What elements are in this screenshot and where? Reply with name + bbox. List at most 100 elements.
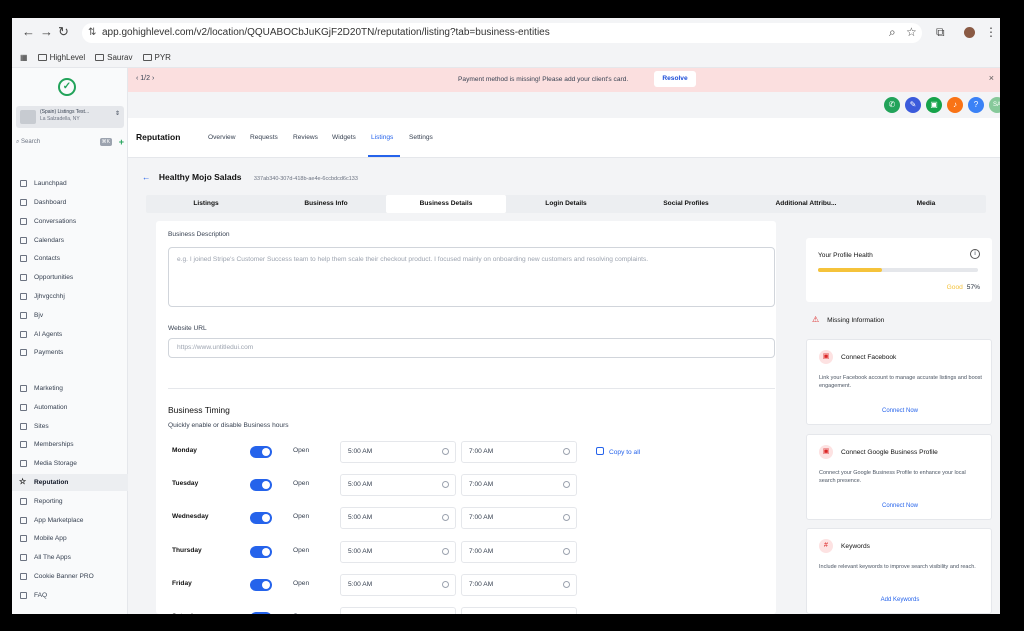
start-time-input[interactable]: 5:00 AM (340, 541, 456, 563)
clock-icon (563, 581, 570, 588)
sidebar-item-opportunities[interactable]: Opportunities (12, 269, 128, 286)
tab-overview[interactable]: Overview (208, 134, 235, 141)
sidebar-item-mobile-app[interactable]: Mobile App (12, 530, 128, 547)
sidebar-item-label: Media Storage (34, 460, 77, 467)
forward-icon[interactable]: → (40, 24, 53, 39)
sidebar-item-label: AI Agents (34, 331, 63, 338)
connect-facebook-link[interactable]: Connect Now (807, 408, 993, 414)
sidebar-item-automation[interactable]: Automation (12, 399, 128, 416)
sidebar-item-bjv[interactable]: Bjv (12, 307, 128, 324)
subtab-business-details[interactable]: Business Details (386, 195, 506, 213)
sidebar-item-contacts[interactable]: Contacts (12, 250, 128, 267)
sidebar-item-ai-agents[interactable]: AI Agents (12, 326, 128, 343)
sidebar-item-sites[interactable]: Sites (12, 418, 128, 435)
app-window: ← → ↻ ⇅ app.gohighlevel.com/v2/location/… (12, 18, 1000, 614)
bookmark-folder[interactable]: Saurav (95, 53, 133, 62)
phone-icon[interactable]: ✆ (884, 97, 900, 113)
start-time-input[interactable]: 5:00 AM (340, 574, 456, 596)
subtab-additional-attributes[interactable]: Additional Attribu... (746, 195, 866, 213)
zoom-icon[interactable]: ⌕ (889, 25, 896, 40)
subtab-listings[interactable]: Listings (146, 195, 266, 213)
tab-widgets[interactable]: Widgets (332, 134, 356, 141)
sidebar-item-media-storage[interactable]: Media Storage (12, 455, 128, 472)
bookmark-star-icon[interactable]: ☆ (906, 25, 917, 39)
sidebar-item-reporting[interactable]: Reporting (12, 493, 128, 510)
end-time-input[interactable]: 7:00 AM (461, 474, 577, 496)
sidebar-item-conversations[interactable]: Conversations (12, 213, 128, 230)
sidebar-item-label: Sites (34, 423, 49, 430)
description-textarea[interactable]: e.g. I joined Stripe's Customer Success … (168, 247, 775, 307)
connect-google-link[interactable]: Connect Now (807, 503, 993, 509)
site-info-icon[interactable]: ⇅ (88, 23, 96, 43)
end-time-input[interactable]: 7:00 AM (461, 541, 577, 563)
address-bar[interactable]: ⇅ app.gohighlevel.com/v2/location/QQUABO… (82, 23, 922, 43)
user-avatar[interactable]: SA (989, 97, 1000, 113)
info-icon[interactable]: i (970, 249, 980, 259)
start-time-input[interactable]: 5:00 AM (340, 474, 456, 496)
end-time-input[interactable]: 7:00 AM (461, 441, 577, 463)
help-icon[interactable]: ? (968, 97, 984, 113)
reload-icon[interactable]: ↻ (58, 24, 69, 40)
end-time-input[interactable]: 7:00 AM (461, 574, 577, 596)
subtab-media[interactable]: Media (866, 195, 986, 213)
bookmark-folder[interactable]: HighLevel (37, 53, 85, 62)
sidebar-item-dashboard[interactable]: Dashboard (12, 194, 128, 211)
tab-listings[interactable]: Listings (371, 134, 393, 141)
sidebar-item-jjhvgcchhj[interactable]: Jjhvgcchhj (12, 288, 128, 305)
end-time-input[interactable]: 7:00 AM (461, 607, 577, 614)
start-time-input[interactable]: 5:00 AM (340, 507, 456, 529)
megaphone-icon[interactable]: ✎ (905, 97, 921, 113)
sidebar-search[interactable]: ⌕ Search ⌘K + (16, 136, 124, 148)
subtab-login-details[interactable]: Login Details (506, 195, 626, 213)
module-nav: Reputation Overview Requests Reviews Wid… (128, 118, 1000, 158)
quick-add-icon[interactable]: + (119, 136, 124, 148)
day-toggle[interactable] (250, 446, 272, 458)
resolve-button[interactable]: Resolve (654, 71, 696, 87)
sidebar-item-faq[interactable]: FAQ (12, 587, 128, 604)
browser-menu-icon[interactable]: ⋮ (985, 25, 997, 39)
clock-icon (563, 514, 570, 521)
bookmark-folder[interactable]: PYR (142, 53, 171, 62)
sidebar-item-calendars[interactable]: Calendars (12, 232, 128, 249)
bell-icon[interactable]: ♪ (947, 97, 963, 113)
day-toggle[interactable] (250, 512, 272, 524)
subtab-business-info[interactable]: Business Info (266, 195, 386, 213)
sidebar-item-settings[interactable]: Settings (12, 609, 128, 614)
back-icon[interactable]: ← (22, 24, 35, 39)
sidebar-item-label: Automation (34, 404, 68, 411)
start-time-input[interactable]: 5:00 AM (340, 441, 456, 463)
day-toggle[interactable] (250, 546, 272, 558)
website-input[interactable]: https://www.untitledui.com (168, 338, 775, 358)
sidebar-item-all-the-apps[interactable]: All The Apps (12, 549, 128, 566)
nav-icon (20, 498, 27, 505)
back-arrow-icon[interactable]: ← (142, 172, 151, 182)
tab-reviews[interactable]: Reviews (293, 134, 318, 141)
close-icon[interactable]: × (989, 73, 994, 83)
apps-grid-icon[interactable]: ▦ (20, 53, 28, 62)
page-title: Reputation (136, 132, 181, 142)
extensions-icon[interactable]: ⧉ (936, 25, 945, 40)
subtab-social-profiles[interactable]: Social Profiles (626, 195, 746, 213)
day-toggle[interactable] (250, 479, 272, 491)
sidebar-item-app-marketplace[interactable]: App Marketplace (12, 512, 128, 529)
sidebar-item-payments[interactable]: Payments (12, 344, 128, 361)
nav-icon (20, 199, 27, 206)
hours-row-saturday: Saturday Open 5:00 AM 7:00 AM (172, 607, 776, 614)
day-toggle[interactable] (250, 612, 272, 614)
sidebar-item-launchpad[interactable]: Launchpad (12, 175, 128, 192)
banner-pager[interactable]: ‹ 1/2 › (136, 75, 154, 82)
copy-to-all-button[interactable]: Copy to all (596, 447, 640, 456)
profile-avatar-icon[interactable] (964, 27, 975, 38)
account-switcher[interactable]: (Spain) Listings Test... La Salzadella, … (16, 106, 124, 128)
sidebar-item-marketing[interactable]: Marketing (12, 380, 128, 397)
end-time-input[interactable]: 7:00 AM (461, 507, 577, 529)
start-time-input[interactable]: 5:00 AM (340, 607, 456, 614)
add-keywords-link[interactable]: Add Keywords (807, 597, 993, 603)
sidebar-item-memberships[interactable]: Memberships (12, 436, 128, 453)
sidebar-item-reputation[interactable]: ☆ Reputation (12, 474, 128, 491)
day-toggle[interactable] (250, 579, 272, 591)
chat-icon[interactable]: ▣ (926, 97, 942, 113)
sidebar-item-cookie-banner-pro[interactable]: Cookie Banner PRO (12, 568, 128, 585)
tab-settings[interactable]: Settings (409, 134, 433, 141)
tab-requests[interactable]: Requests (250, 134, 278, 141)
